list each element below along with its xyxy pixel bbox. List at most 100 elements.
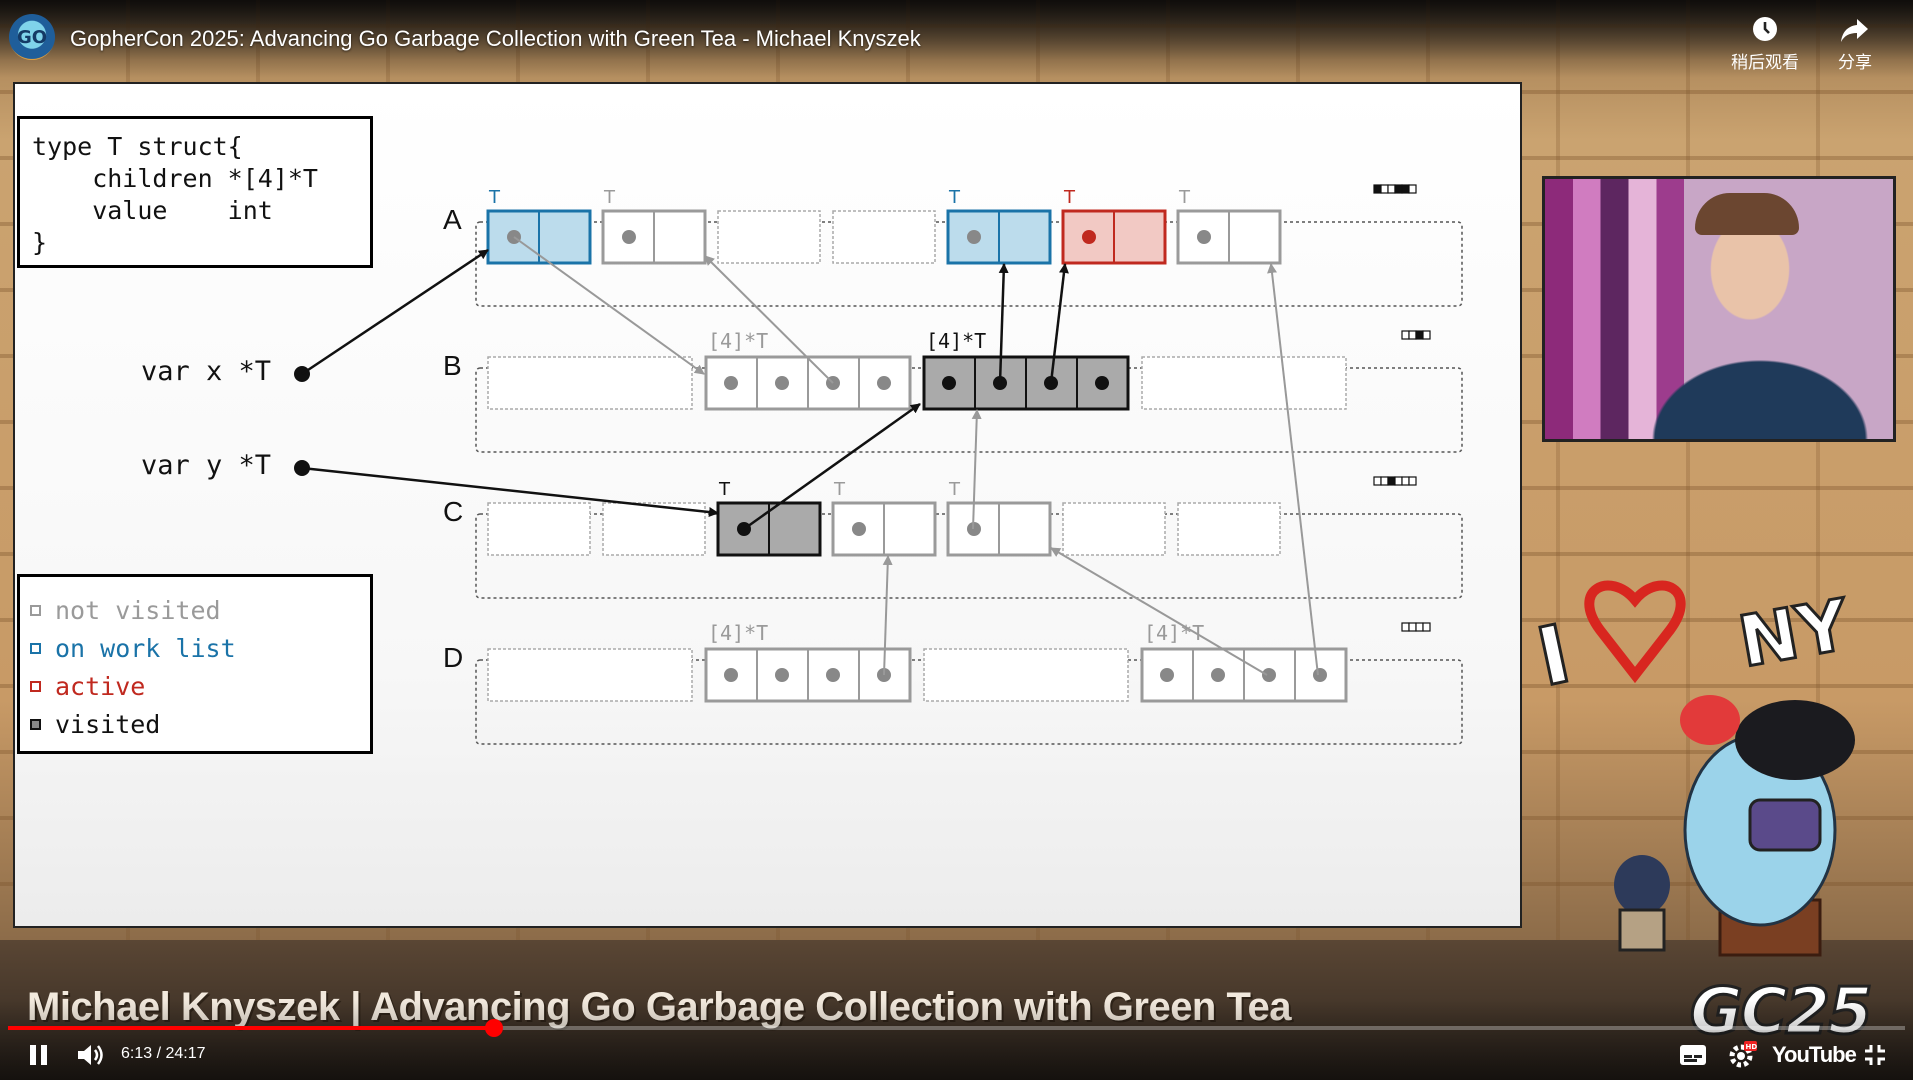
legend-label: active bbox=[55, 671, 146, 701]
row-b-pointer-dot bbox=[775, 376, 789, 390]
legend-swatch bbox=[30, 680, 41, 692]
row-d-pointer-dot bbox=[826, 668, 840, 682]
span-c-bitmap-cell bbox=[1401, 476, 1410, 486]
span-d-bitmap-cell bbox=[1408, 622, 1417, 632]
speaker-camera-feed bbox=[1542, 176, 1896, 442]
span-b-bitmap-cell bbox=[1422, 330, 1431, 340]
var-x-label: var x *T bbox=[141, 356, 272, 387]
span-b-bitmap-cell bbox=[1408, 330, 1417, 340]
row-b-type-label: [4]*T bbox=[926, 329, 986, 353]
row-d-type-label: [4]*T bbox=[708, 621, 768, 645]
span-d-bitmap-cell bbox=[1415, 622, 1424, 632]
span-a-bitmap-cell bbox=[1394, 184, 1403, 194]
var-y-label: var y *T bbox=[141, 450, 272, 481]
row-b-empty-slot bbox=[487, 356, 693, 410]
row-a-pointer-dot bbox=[622, 230, 636, 244]
span-b-bitmap-cell bbox=[1401, 330, 1410, 340]
span-a-bitmap-cell bbox=[1373, 184, 1382, 194]
row-c-type-label: T bbox=[718, 479, 731, 500]
channel-avatar[interactable]: GO bbox=[9, 14, 55, 60]
row-a-empty-slot bbox=[832, 210, 936, 264]
progress-bar[interactable] bbox=[8, 1019, 1905, 1037]
speaker-hair bbox=[1695, 193, 1799, 235]
legend-swatch bbox=[30, 718, 41, 730]
legend-label: visited bbox=[55, 709, 161, 739]
row-b-type-label: [4]*T bbox=[708, 329, 768, 353]
share-button[interactable]: 分享 bbox=[1810, 14, 1900, 73]
row-d-pointer-dot bbox=[724, 668, 738, 682]
channel-avatar-text: GO bbox=[16, 26, 48, 48]
row-a-type-label: T bbox=[603, 187, 616, 208]
row-a-type-label: T bbox=[1063, 187, 1076, 208]
clock-icon bbox=[1720, 14, 1810, 48]
row-b-pointer-dot bbox=[942, 376, 956, 390]
subtitles-icon bbox=[1680, 1045, 1706, 1065]
span-c-bitmap-cell bbox=[1408, 476, 1417, 486]
row-d-pointer-dot bbox=[775, 668, 789, 682]
volume-button[interactable] bbox=[74, 1040, 108, 1070]
progress-bar-played bbox=[8, 1026, 494, 1030]
player-controls-gradient bbox=[0, 1000, 1913, 1080]
span-d-bitmap-cell bbox=[1422, 622, 1431, 632]
legend-item-on-work-list: on work list bbox=[30, 629, 360, 667]
row-label-b: B bbox=[443, 350, 462, 381]
progress-scrubber-handle[interactable] bbox=[484, 1019, 503, 1037]
struct-definition-box: type T struct{ children *[4]*T value int… bbox=[17, 116, 373, 268]
struct-definition-code: type T struct{ children *[4]*T value int… bbox=[32, 132, 318, 257]
settings-button[interactable]: HD bbox=[1724, 1040, 1760, 1070]
legend-swatch bbox=[30, 642, 41, 654]
row-c-type-label: T bbox=[948, 479, 961, 500]
row-a-empty-slot bbox=[717, 210, 821, 264]
subtitles-button[interactable] bbox=[1676, 1040, 1710, 1070]
row-c-empty-slot bbox=[1177, 502, 1281, 556]
gopher-mascot-illustration bbox=[1614, 695, 1855, 957]
row-d-pointer-dot bbox=[1262, 668, 1276, 682]
row-a-pointer-dot bbox=[1082, 230, 1096, 244]
row-a-type-label: T bbox=[948, 187, 961, 208]
pause-icon bbox=[30, 1045, 47, 1065]
legend-box: not visited on work list active visited bbox=[17, 574, 373, 754]
row-d-pointer-dot bbox=[1313, 668, 1327, 682]
pointer-arrow bbox=[1267, 263, 1319, 676]
watch-later-label: 稍后观看 bbox=[1731, 53, 1799, 73]
row-label-d: D bbox=[443, 642, 464, 673]
row-c-pointer-dot bbox=[852, 522, 866, 536]
youtube-logo-button[interactable]: YouTube bbox=[1772, 1042, 1857, 1068]
legend-swatch bbox=[30, 604, 41, 616]
span-d-bitmap-cell bbox=[1401, 622, 1410, 632]
row-d-pointer-dot bbox=[1160, 668, 1174, 682]
time-display: 6:13 / 24:17 bbox=[121, 1045, 206, 1062]
legend-label: not visited bbox=[55, 595, 221, 625]
row-c-empty-slot bbox=[1062, 502, 1166, 556]
share-arrow-icon bbox=[1810, 14, 1900, 48]
row-a-type-label: T bbox=[488, 187, 501, 208]
watch-later-button[interactable]: 稍后观看 bbox=[1720, 14, 1810, 73]
span-b-bitmap-cell bbox=[1415, 330, 1424, 340]
span-a-bitmap-cell bbox=[1387, 184, 1396, 194]
span-a-bitmap-cell bbox=[1380, 184, 1389, 194]
row-a-pointer-dot bbox=[1197, 230, 1211, 244]
row-b-pointer-dot bbox=[1095, 376, 1109, 390]
row-d-empty-slot bbox=[487, 648, 693, 702]
row-d-pointer-dot bbox=[1211, 668, 1225, 682]
legend-item-visited: visited bbox=[30, 705, 360, 743]
row-b-pointer-dot bbox=[724, 376, 738, 390]
presentation-slide: T T T T T [4]*T [4]*T T T T [4]*T [4]*T type T stru… bbox=[13, 82, 1522, 928]
share-label: 分享 bbox=[1838, 53, 1872, 73]
volume-icon bbox=[78, 1045, 103, 1065]
row-a-pointer-dot bbox=[967, 230, 981, 244]
span-c-bitmap-cell bbox=[1387, 476, 1396, 486]
row-label-a: A bbox=[443, 204, 462, 235]
legend-label: on work list bbox=[55, 633, 236, 663]
svg-text:HD: HD bbox=[1746, 1043, 1758, 1051]
row-label-c: C bbox=[443, 496, 464, 527]
row-a-type-label: T bbox=[1178, 187, 1191, 208]
video-title[interactable]: GopherCon 2025: Advancing Go Garbage Col… bbox=[70, 26, 921, 52]
row-d-empty-slot bbox=[923, 648, 1129, 702]
exit-fullscreen-button[interactable] bbox=[1860, 1040, 1890, 1070]
pause-button[interactable] bbox=[24, 1040, 54, 1070]
gear-hd-icon: HD bbox=[1729, 1041, 1758, 1068]
span-a-bitmap-cell bbox=[1401, 184, 1410, 194]
row-c-type-label: T bbox=[833, 479, 846, 500]
row-c-empty-slot bbox=[487, 502, 591, 556]
